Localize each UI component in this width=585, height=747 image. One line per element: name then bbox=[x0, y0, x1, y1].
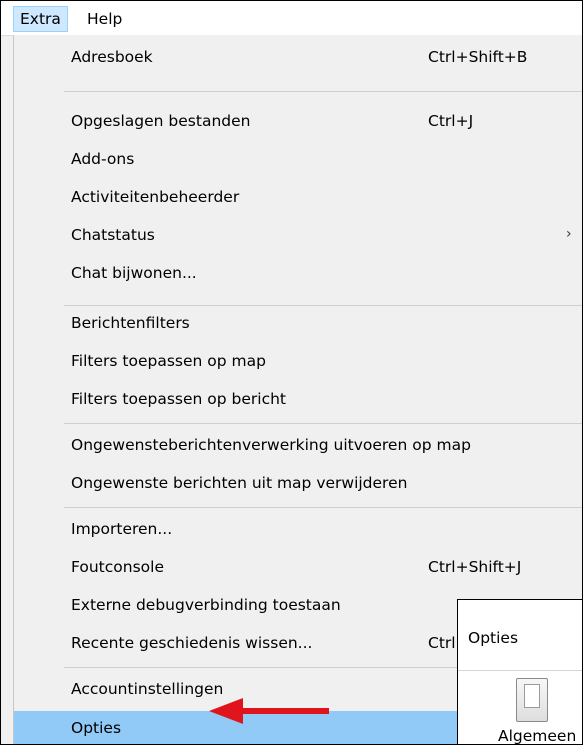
general-settings-icon[interactable] bbox=[516, 678, 548, 722]
menu-item-importeren[interactable]: Importeren... bbox=[14, 515, 582, 545]
menu-item-berichtenfilters[interactable]: Berichtenfilters bbox=[14, 309, 582, 339]
menu-item-label: Berichtenfilters bbox=[71, 314, 190, 332]
menu-item-adresboek[interactable]: Adresboek Ctrl+Shift+B bbox=[14, 43, 582, 73]
menu-item-label: Filters toepassen op bericht bbox=[71, 390, 286, 408]
menu-item-foutconsole[interactable]: Foutconsole Ctrl+Shift+J bbox=[14, 553, 582, 583]
menu-item-chatstatus[interactable]: Chatstatus › bbox=[14, 221, 582, 251]
menu-item-label: Importeren... bbox=[71, 520, 173, 538]
menu-item-label: Recente geschiedenis wissen... bbox=[71, 634, 313, 652]
menu-item-label: Opgeslagen bestanden bbox=[71, 112, 251, 130]
menu-separator bbox=[64, 423, 582, 424]
menu-item-label: Opties bbox=[71, 719, 122, 737]
menu-item-shortcut: Ctrl+Shift+B bbox=[428, 48, 528, 66]
menu-item-filters-op-bericht[interactable]: Filters toepassen op bericht bbox=[14, 385, 582, 415]
dialog-title: Opties bbox=[468, 629, 519, 647]
menu-item-ongewenste-verwijderen[interactable]: Ongewenste berichten uit map verwijderen bbox=[14, 469, 582, 499]
menu-extra[interactable]: Extra bbox=[13, 6, 68, 32]
red-arrow-icon bbox=[209, 698, 329, 724]
menu-item-ongewenste-verwerking[interactable]: Ongewensteberichtenverwerking uitvoeren … bbox=[14, 431, 582, 461]
menu-item-shortcut: Ctrl+J bbox=[428, 112, 474, 130]
options-dialog-preview: Opties Algemeen bbox=[457, 599, 582, 744]
menu-item-label: Chat bijwonen... bbox=[71, 264, 197, 282]
menu-item-filters-op-map[interactable]: Filters toepassen op map bbox=[14, 347, 582, 377]
menu-item-label: Ongewenste berichten uit map verwijderen bbox=[71, 474, 408, 492]
menu-separator bbox=[64, 507, 582, 508]
menu-item-chat-bijwonen[interactable]: Chat bijwonen... bbox=[14, 259, 582, 289]
menu-item-opgeslagen-bestanden[interactable]: Opgeslagen bestanden Ctrl+J bbox=[14, 107, 582, 137]
menu-item-shortcut: Ctrl bbox=[428, 634, 456, 652]
menu-item-label: Foutconsole bbox=[71, 558, 164, 576]
menu-item-label: Externe debugverbinding toestaan bbox=[71, 596, 341, 614]
menu-item-shortcut: Ctrl+Shift+J bbox=[428, 558, 522, 576]
menu-item-activiteitenbeheerder[interactable]: Activiteitenbeheerder bbox=[14, 183, 582, 213]
menu-item-label: Activiteitenbeheerder bbox=[71, 188, 240, 206]
menu-item-label: Accountinstellingen bbox=[71, 680, 224, 698]
menu-help[interactable]: Help bbox=[81, 7, 128, 31]
app-window: Extra Help Adresboek Ctrl+Shift+B Opgesl… bbox=[0, 0, 583, 745]
menu-item-label: Chatstatus bbox=[71, 226, 155, 244]
dialog-divider bbox=[458, 670, 582, 671]
menu-item-label: Filters toepassen op map bbox=[71, 352, 266, 370]
menu-separator bbox=[64, 305, 582, 306]
menu-item-add-ons[interactable]: Add-ons bbox=[14, 145, 582, 175]
menu-bar: Extra Help bbox=[1, 1, 582, 36]
menu-item-label: Ongewensteberichtenverwerking uitvoeren … bbox=[71, 436, 471, 454]
menu-item-label: Adresboek bbox=[71, 48, 153, 66]
menu-separator bbox=[64, 91, 582, 92]
chevron-right-icon: › bbox=[566, 226, 572, 242]
menu-item-label: Add-ons bbox=[71, 150, 135, 168]
tab-algemeen[interactable]: Algemeen bbox=[498, 727, 576, 744]
